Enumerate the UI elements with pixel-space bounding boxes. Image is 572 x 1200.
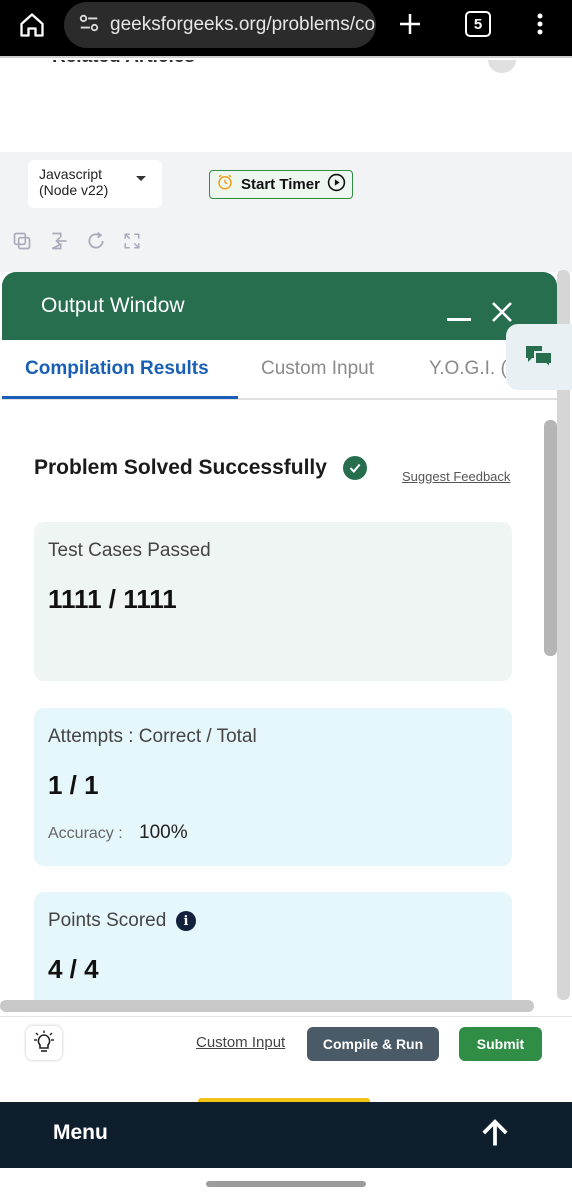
test-cases-card: Test Cases Passed 1111 / 1111: [34, 522, 512, 681]
address-bar[interactable]: geeksforgeeks.org/problems/co: [64, 2, 376, 48]
home-icon[interactable]: [14, 8, 50, 42]
tab-count: 5: [465, 11, 491, 37]
output-scrollbar-thumb[interactable]: [544, 420, 557, 656]
related-articles-heading[interactable]: Related Articles: [52, 60, 195, 68]
custom-input-link[interactable]: Custom Input: [196, 1034, 285, 1051]
url-text: geeksforgeeks.org/problems/co: [110, 14, 376, 35]
tab-custom-input[interactable]: Custom Input: [261, 358, 374, 380]
output-tabs: Compilation Results Custom Input Y.O.G.I…: [2, 340, 557, 400]
tab-compilation-results[interactable]: Compilation Results: [25, 358, 209, 380]
points-card: Points Scored i 4 / 4: [34, 892, 512, 1010]
language-select[interactable]: Javascript (Node v22): [28, 160, 162, 208]
check-circle-icon: [343, 456, 367, 480]
site-settings-icon[interactable]: [78, 12, 100, 39]
alarm-clock-icon: [216, 173, 234, 196]
active-tab-indicator: [2, 396, 238, 399]
plus-icon[interactable]: [392, 4, 428, 44]
test-cases-value: 1111 / 1111: [48, 584, 177, 614]
play-circle-icon: [327, 173, 346, 197]
caret-down-icon: [136, 176, 146, 181]
copy-icon[interactable]: [11, 230, 33, 252]
horizontal-scrollbar[interactable]: [0, 1000, 534, 1012]
suggest-feedback-link[interactable]: Suggest Feedback: [402, 469, 510, 484]
start-timer-button[interactable]: Start Timer: [209, 170, 353, 199]
result-title: Problem Solved Successfully: [34, 456, 327, 479]
gesture-handle[interactable]: [206, 1181, 366, 1187]
language-version: (Node v22): [39, 182, 109, 198]
menu-button[interactable]: Menu: [53, 1121, 108, 1145]
reset-icon[interactable]: [85, 230, 107, 252]
minimize-icon[interactable]: [447, 318, 471, 321]
fullscreen-icon[interactable]: [121, 230, 143, 252]
points-value: 4 / 4: [48, 954, 99, 984]
arrow-up-icon[interactable]: [478, 1115, 512, 1151]
chat-icon[interactable]: [506, 324, 572, 390]
info-icon[interactable]: i: [176, 911, 196, 931]
more-vert-icon[interactable]: [526, 4, 554, 44]
test-cases-label: Test Cases Passed: [48, 540, 211, 561]
start-timer-label: Start Timer: [241, 176, 320, 193]
attempts-label: Attempts : Correct / Total: [48, 726, 257, 747]
expand-toggle[interactable]: [488, 60, 516, 73]
tab-switcher-icon[interactable]: 5: [460, 6, 496, 42]
output-window-title: Output Window: [41, 294, 185, 317]
output-window-header: Output Window: [2, 272, 557, 340]
page-content-top: Related Articles: [0, 60, 572, 150]
compile-run-button[interactable]: Compile & Run: [307, 1027, 439, 1061]
accuracy-label: Accuracy :: [48, 825, 123, 842]
attempts-value: 1 / 1: [48, 770, 99, 800]
points-label: Points Scored: [48, 910, 167, 931]
attempts-card: Attempts : Correct / Total 1 / 1 Accurac…: [34, 708, 512, 866]
lightbulb-icon[interactable]: [26, 1026, 62, 1060]
accuracy-value: 100%: [139, 822, 188, 843]
output-window: Output Window Compilation Results Custom…: [2, 272, 557, 1010]
import-icon[interactable]: [48, 230, 70, 252]
close-icon[interactable]: [490, 300, 514, 324]
submit-button[interactable]: Submit: [459, 1027, 542, 1061]
